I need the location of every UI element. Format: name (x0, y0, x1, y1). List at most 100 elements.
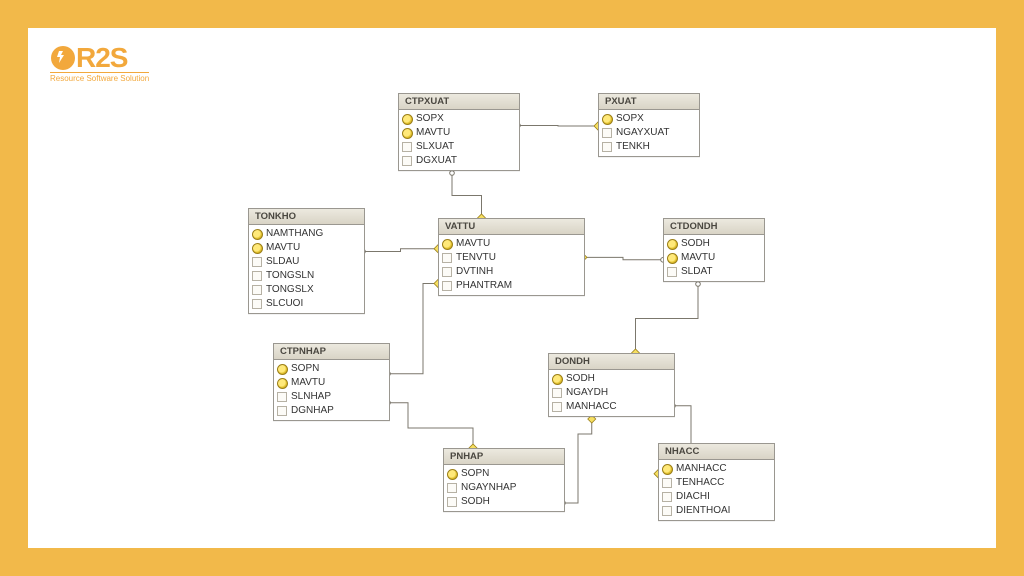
field-icon (446, 497, 458, 507)
logo-tagline: Resource Software Solution (50, 72, 149, 83)
table-field[interactable]: MAVTU (249, 241, 364, 255)
table-header: PXUAT (599, 94, 699, 110)
field-icon (661, 506, 673, 516)
field-icon (551, 402, 563, 412)
table-vattu[interactable]: VATTUMAVTUTENVTUDVTINHPHANTRAM (438, 218, 585, 296)
field-name: SOPN (291, 362, 319, 376)
field-name: DIENTHOAI (676, 504, 730, 518)
field-name: SOPX (616, 112, 644, 126)
field-name: NGAYXUAT (616, 126, 670, 140)
table-ctpxuat[interactable]: CTPXUAT SOPXMAVTUSLXUATDGXUAT (398, 93, 520, 171)
table-field[interactable]: TENHACC (659, 476, 774, 490)
table-field[interactable]: PHANTRAM (439, 279, 584, 293)
table-dondh[interactable]: DONDHSODHNGAYDHMANHACC (548, 353, 675, 417)
field-icon (251, 271, 263, 281)
field-name: TONGSLX (266, 283, 314, 297)
field-name: TENVTU (456, 251, 496, 265)
table-pxuat[interactable]: PXUAT SOPXNGAYXUATTENKH (598, 93, 700, 157)
field-name: MAVTU (266, 241, 300, 255)
table-field[interactable]: SODH (664, 237, 764, 251)
table-field[interactable]: SODH (444, 495, 564, 509)
key-icon (251, 229, 263, 240)
key-icon (401, 114, 413, 125)
table-field[interactable]: SLNHAP (274, 390, 389, 404)
table-field[interactable]: SODH (549, 372, 674, 386)
field-icon (401, 142, 413, 152)
table-field[interactable]: SOPN (444, 467, 564, 481)
table-field[interactable]: MANHACC (659, 462, 774, 476)
field-icon (276, 392, 288, 402)
field-icon (601, 142, 613, 152)
table-field[interactable]: NGAYNHAP (444, 481, 564, 495)
runner-icon (50, 45, 76, 71)
field-name: SLDAT (681, 265, 713, 279)
field-icon (441, 253, 453, 263)
table-nhacc[interactable]: NHACC MANHACCTENHACCDIACHIDIENTHOAI (658, 443, 775, 521)
field-icon (441, 267, 453, 277)
table-ctdondh[interactable]: CTDONDHSODHMAVTUSLDAT (663, 218, 765, 282)
table-header: NHACC (659, 444, 774, 460)
field-icon (661, 492, 673, 502)
key-icon (666, 239, 678, 250)
field-icon (661, 478, 673, 488)
field-name: MANHACC (676, 462, 727, 476)
field-name: SODH (681, 237, 710, 251)
field-name: SOPN (461, 467, 489, 481)
field-name: MANHACC (566, 400, 617, 414)
field-name: NGAYNHAP (461, 481, 516, 495)
table-field[interactable]: TONGSLX (249, 283, 364, 297)
field-name: SODH (461, 495, 490, 509)
table-header: PNHAP (444, 449, 564, 465)
table-field[interactable]: NGAYDH (549, 386, 674, 400)
table-field[interactable]: NAMTHANG (249, 227, 364, 241)
table-field[interactable]: SOPX (399, 112, 519, 126)
table-field[interactable]: SLDAU (249, 255, 364, 269)
field-icon (251, 285, 263, 295)
table-field[interactable]: MAVTU (664, 251, 764, 265)
table-header: TONKHO (249, 209, 364, 225)
table-header: CTPXUAT (399, 94, 519, 110)
table-tonkho[interactable]: TONKHO NAMTHANGMAVTUSLDAUTONGSLNTONGSLXSL… (248, 208, 365, 314)
field-name: NGAYDH (566, 386, 608, 400)
table-field[interactable]: DIACHI (659, 490, 774, 504)
field-name: DGXUAT (416, 154, 457, 168)
field-icon (251, 299, 263, 309)
field-name: SLDAU (266, 255, 299, 269)
table-field[interactable]: MAVTU (399, 126, 519, 140)
field-name: TENKH (616, 140, 650, 154)
field-name: TENHACC (676, 476, 724, 490)
field-name: MAVTU (681, 251, 715, 265)
table-field[interactable]: DVTINH (439, 265, 584, 279)
table-field[interactable]: SLXUAT (399, 140, 519, 154)
table-field[interactable]: TENKH (599, 140, 699, 154)
table-field[interactable]: TENVTU (439, 251, 584, 265)
table-field[interactable]: MAVTU (274, 376, 389, 390)
table-field[interactable]: SLDAT (664, 265, 764, 279)
key-icon (401, 128, 413, 139)
table-field[interactable]: MAVTU (439, 237, 584, 251)
field-name: TONGSLN (266, 269, 314, 283)
table-field[interactable]: SOPX (599, 112, 699, 126)
table-header: CTPNHAP (274, 344, 389, 360)
field-name: MAVTU (291, 376, 325, 390)
table-field[interactable]: DIENTHOAI (659, 504, 774, 518)
field-icon (666, 267, 678, 277)
table-ctpnhap[interactable]: CTPNHAP SOPNMAVTUSLNHAPDGNHAP (273, 343, 390, 421)
table-field[interactable]: NGAYXUAT (599, 126, 699, 140)
table-field[interactable]: MANHACC (549, 400, 674, 414)
table-field[interactable]: DGXUAT (399, 154, 519, 168)
field-icon (446, 483, 458, 493)
key-icon (666, 253, 678, 264)
logo-mark: R2S (50, 42, 127, 74)
field-icon (401, 156, 413, 166)
field-icon (251, 257, 263, 267)
table-field[interactable]: SLCUOI (249, 297, 364, 311)
field-name: DGNHAP (291, 404, 334, 418)
table-pnhap[interactable]: PNHAP SOPNNGAYNHAPSODH (443, 448, 565, 512)
table-field[interactable]: TONGSLN (249, 269, 364, 283)
field-icon (601, 128, 613, 138)
field-name: NAMTHANG (266, 227, 323, 241)
table-field[interactable]: SOPN (274, 362, 389, 376)
table-field[interactable]: DGNHAP (274, 404, 389, 418)
key-icon (551, 374, 563, 385)
